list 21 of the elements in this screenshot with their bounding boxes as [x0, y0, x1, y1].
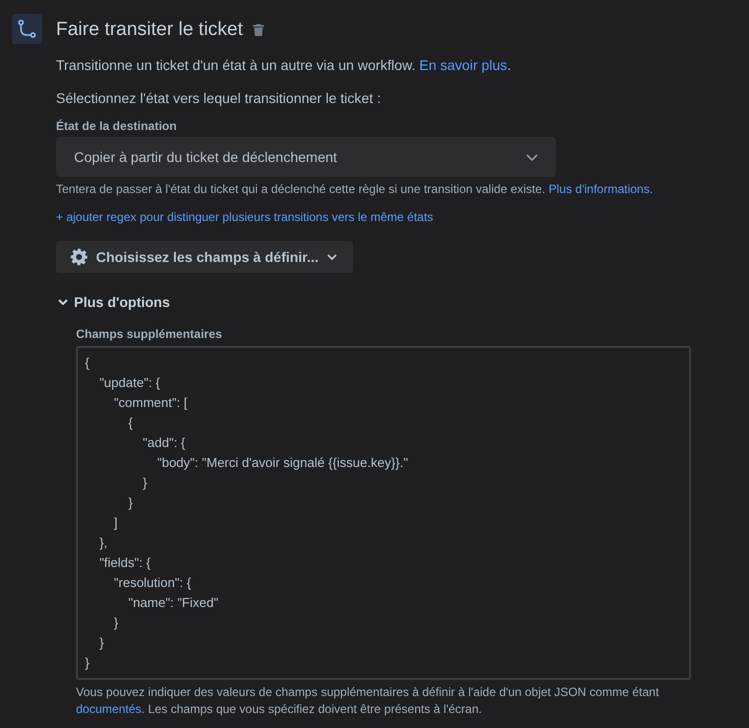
json-input-field[interactable]: { "update": { "comment": [ { "add": { "body": "Merci d'avoir signalé {{issue.key}}." } } ] }, "fields": { "resolution": { "name": "Fixed" } } } — [76, 346, 691, 680]
rule-title: Faire transiter le ticket — [56, 18, 243, 42]
prompt-text: Sélectionnez l'état vers lequel transitionner le ticket : — [56, 89, 382, 108]
help-text: Vous pouvez indiquer des valeurs de champs supplémentaires à définir à l'aide d'un objet JSON comme étant documentés. Les champs que vous spécifiez doivent être présents à l'écran. — [76, 684, 660, 718]
field-label: État de la destination — [56, 118, 178, 134]
description-text: Transitionne un ticket d'un état à un autre via un workflow. En savoir plus. — [56, 56, 512, 75]
choose-fields-button[interactable]: Choisissez les champs à définir... — [56, 241, 353, 273]
learn-more-link[interactable]: En savoir plus — [419, 57, 508, 73]
chevron-down-icon — [326, 254, 337, 260]
more-options-toggle[interactable]: Plus d'options — [58, 292, 170, 312]
transition-icon — [12, 14, 42, 44]
add-regex-link[interactable]: + ajouter regex pour distinguer plusieurs transitions vers le même états — [56, 209, 434, 225]
trash-icon[interactable] — [252, 24, 264, 36]
settings-icon — [70, 248, 88, 266]
chevron-down-icon — [526, 154, 538, 160]
destination-select[interactable]: Copier à partir du ticket de déclenchement — [56, 137, 556, 177]
field-label: Champs supplémentaires — [76, 326, 222, 342]
chevron-icon — [58, 299, 68, 305]
documented-link[interactable]: documentés — [76, 702, 142, 716]
more-info-link[interactable]: Plus d'informations — [548, 182, 650, 196]
help-text: Tentera de passer à l'état du ticket qui a déclenché cette règle si une transition valide existe. Plus d'informations. — [56, 181, 654, 197]
